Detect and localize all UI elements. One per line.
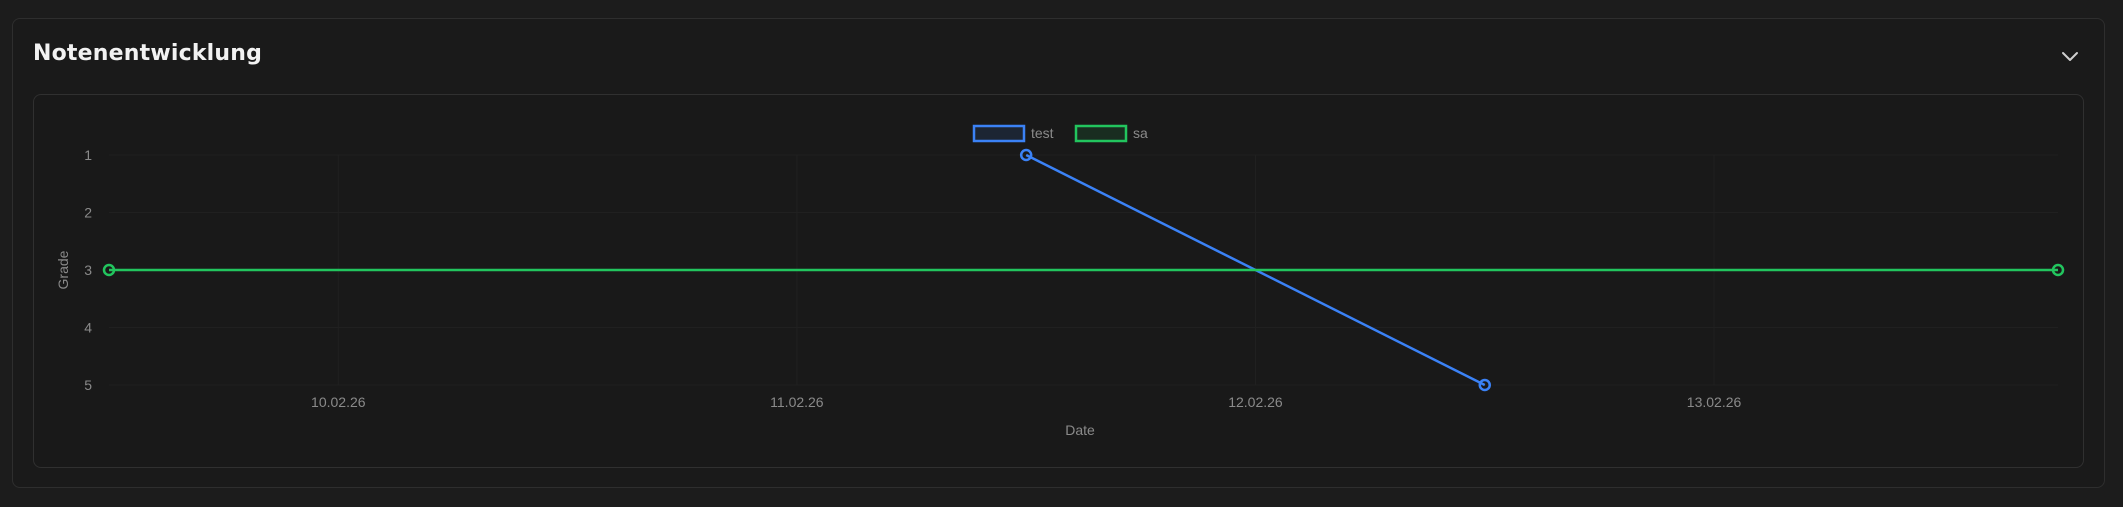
y-tick-label: 5: [84, 377, 92, 393]
x-tick-label: 13.02.26: [1687, 394, 1742, 410]
x-tick-label: 10.02.26: [311, 394, 366, 410]
y-tick-label: 4: [84, 320, 92, 336]
y-tick-label: 2: [84, 205, 92, 221]
section-title: Notenentwicklung: [33, 41, 263, 66]
legend-item-sa: sa: [1074, 124, 1148, 143]
y-tick-label: 3: [84, 262, 92, 278]
y-tick-label: 1: [84, 147, 92, 163]
legend-label-test: test: [1031, 125, 1054, 141]
y-axis-title: Grade: [55, 250, 71, 289]
x-axis-title: Date: [1065, 422, 1095, 438]
card-header[interactable]: Notenentwicklung: [13, 19, 2104, 93]
legend-swatch-test: [972, 124, 1026, 143]
chart-panel: 1 2 3 4 5 10.02.26 11.02.26 12.02.26 13.02.26 Dat…: [33, 94, 2084, 468]
x-tick-label: 12.02.26: [1228, 394, 1283, 410]
legend-swatch-sa: [1074, 124, 1128, 143]
grade-line-chart: 1 2 3 4 5 10.02.26 11.02.26 12.02.26 13.02.26 Dat…: [55, 124, 2065, 438]
x-tick-label: 11.02.26: [770, 394, 824, 410]
collapse-button[interactable]: [2056, 43, 2084, 71]
legend-label-sa: sa: [1133, 125, 1148, 141]
chevron-down-icon: [2062, 52, 2078, 61]
grade-development-card: Notenentwicklung 1 2 3 4 5 10.02.26 11.02.26 12…: [12, 18, 2105, 488]
legend-item-test: test: [972, 124, 1054, 143]
